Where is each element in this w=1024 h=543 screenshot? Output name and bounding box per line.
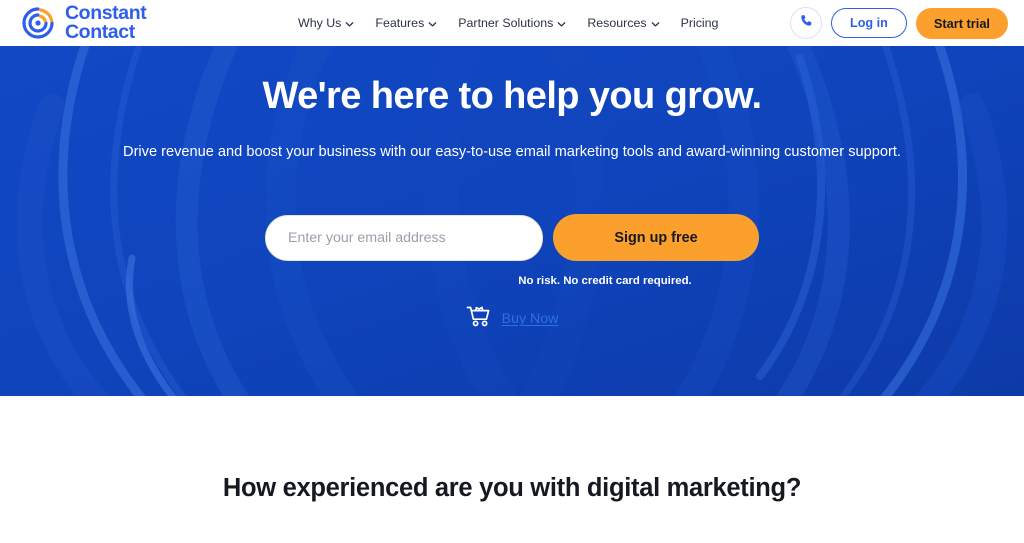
nav-item-why-us[interactable]: Why Us (298, 16, 354, 30)
chevron-down-icon (428, 20, 437, 29)
nav-item-label: Partner Solutions (458, 16, 554, 30)
nav-item-features[interactable]: Features (375, 16, 437, 30)
shopping-cart-icon (466, 305, 492, 333)
nav-item-resources[interactable]: Resources (587, 16, 659, 30)
brand-wordmark: Constant Contact (65, 3, 147, 43)
nav-item-label: Pricing (680, 16, 719, 30)
brand-name-line-2: Contact (65, 21, 135, 43)
nav-item-pricing[interactable]: Pricing (681, 16, 719, 30)
log-in-button[interactable]: Log in (831, 8, 907, 38)
hero-banner: We're here to help you grow. Drive reven… (0, 46, 1024, 396)
sign-up-free-button[interactable]: Sign up free (553, 214, 759, 262)
hero-title: We're here to help you grow. (262, 75, 763, 117)
constant-contact-swirl-logo-icon (18, 3, 58, 43)
nav-item-partner-solutions[interactable]: Partner Solutions (458, 16, 566, 30)
signup-disclaimer: No risk. No credit card required. (518, 275, 692, 288)
nav-item-label: Resources (587, 16, 647, 30)
section-heading: How experienced are you with digital mar… (222, 474, 802, 502)
top-navigation-bar: Constant Contact Why Us Features Partner… (0, 0, 1024, 46)
experience-question-section: How experienced are you with digital mar… (0, 396, 1024, 543)
phone-icon (799, 13, 814, 33)
primary-nav-menu: Why Us Features Partner Solutions Resour… (298, 0, 718, 46)
chevron-down-icon (651, 20, 660, 29)
signup-form: Sign up free (265, 214, 759, 262)
hero-subtitle: Drive revenue and boost your business wi… (123, 144, 901, 160)
email-input[interactable] (265, 214, 543, 261)
buy-now-link[interactable]: Buy Now (502, 311, 559, 327)
log-in-label: Log in (850, 16, 888, 30)
start-trial-label: Start trial (933, 15, 990, 31)
chevron-down-icon (345, 20, 354, 29)
chevron-down-icon (557, 20, 566, 29)
nav-item-label: Why Us (298, 16, 342, 30)
phone-contact-button[interactable] (790, 7, 823, 39)
buy-now-group[interactable]: Buy Now (466, 305, 559, 333)
brand-logo[interactable]: Constant Contact (18, 3, 147, 43)
nav-action-buttons: Log in Start trial (790, 0, 1008, 46)
start-trial-button[interactable]: Start trial (915, 7, 1008, 39)
nav-item-label: Features (375, 16, 425, 30)
